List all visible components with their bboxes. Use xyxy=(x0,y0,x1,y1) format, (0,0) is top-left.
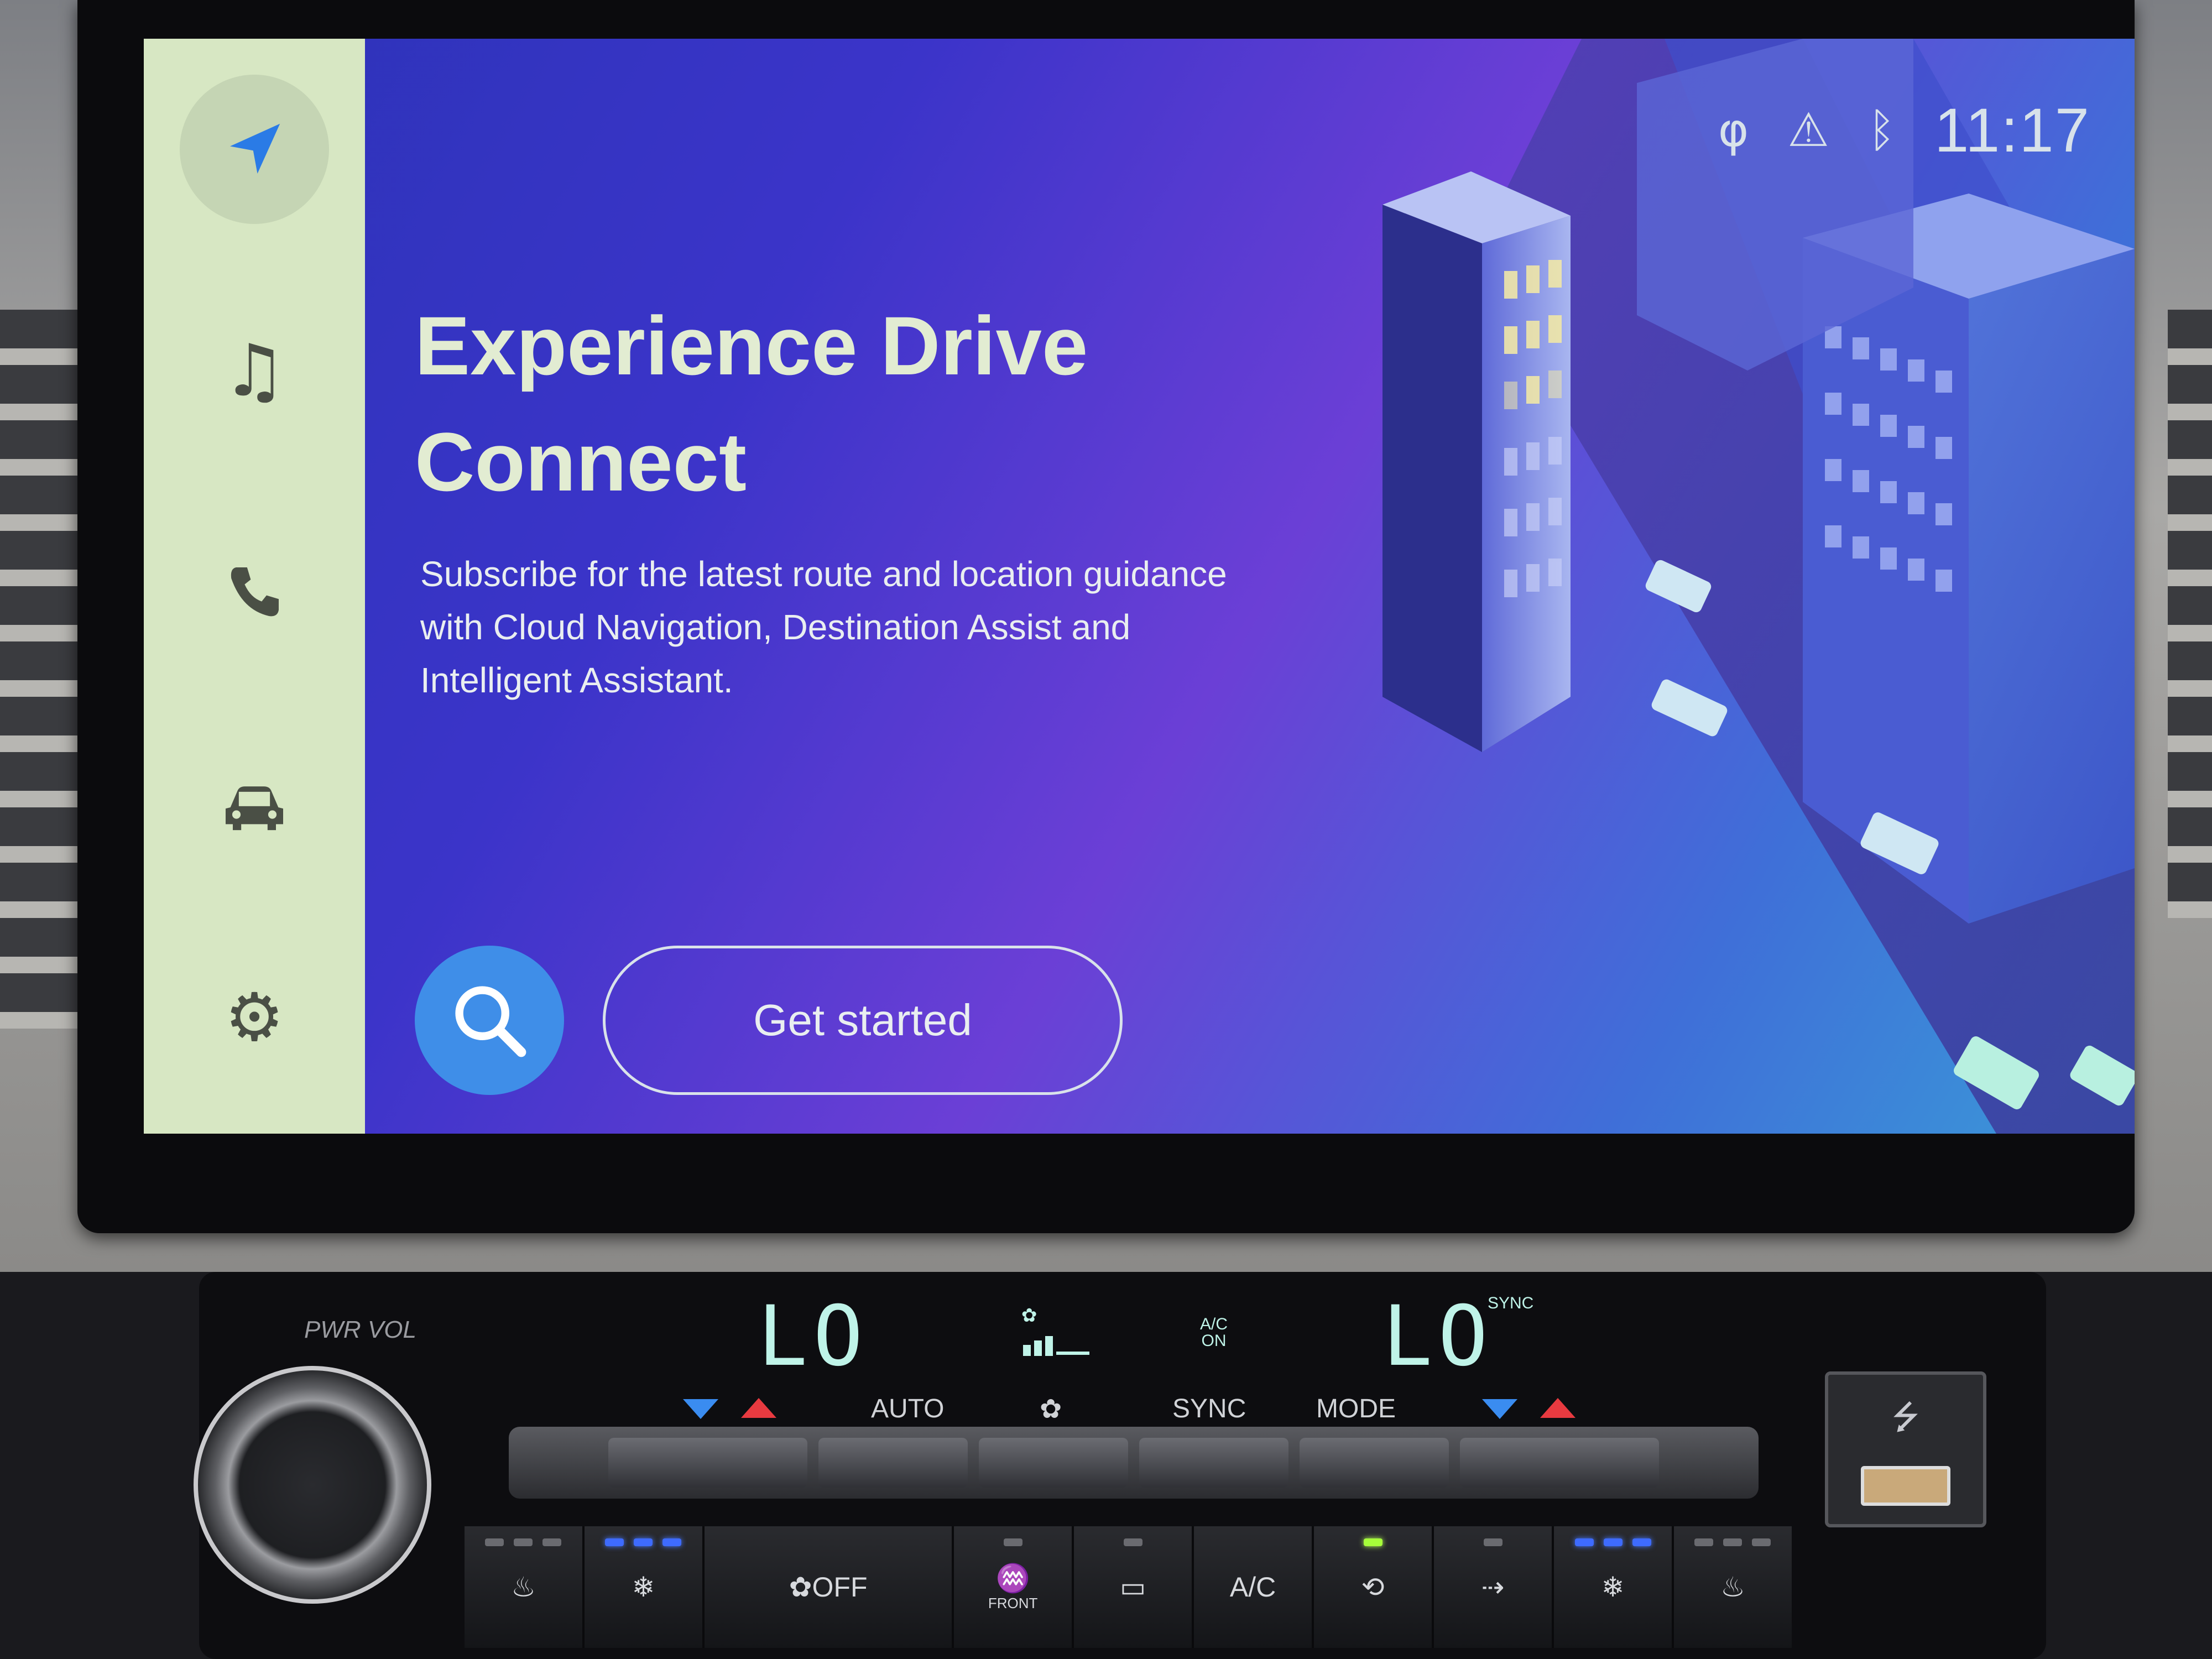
navigation-icon xyxy=(230,123,280,174)
rear-defrost-button[interactable]: ▭ xyxy=(1074,1526,1194,1648)
title-line-2: Connect xyxy=(415,415,747,508)
clock: 11:17 xyxy=(1934,95,2090,165)
auto-rocker[interactable] xyxy=(818,1438,968,1488)
right-seat-ventilation-button[interactable]: ❄ xyxy=(1554,1526,1674,1648)
fresh-air-icon: ⇢ xyxy=(1481,1572,1505,1603)
fan-off-button[interactable]: ✿ OFF xyxy=(704,1526,954,1648)
ac-button[interactable]: A/C xyxy=(1194,1526,1314,1648)
fan-label-icon: ✿ xyxy=(1040,1395,1062,1424)
usb-port[interactable]: ⭍ xyxy=(1825,1371,1986,1527)
sidebar: ♫ ⚙ xyxy=(144,39,365,1134)
recirculation-button[interactable]: ⟲ xyxy=(1314,1526,1434,1648)
fan-speed-display: ✿ xyxy=(1022,1300,1089,1356)
page-title: Experience Drive Connect xyxy=(415,288,1244,520)
seat-ventilation-icon: ❄ xyxy=(1601,1572,1625,1603)
music-icon: ♫ xyxy=(222,328,287,413)
fan-icon: ✿ xyxy=(1022,1300,1037,1328)
sidebar-item-navigation[interactable] xyxy=(177,72,332,227)
left-seat-ventilation-button[interactable]: ❄ xyxy=(584,1526,705,1648)
left-temperature-display: LO xyxy=(758,1288,869,1385)
sidebar-item-vehicle[interactable] xyxy=(177,730,332,885)
infotainment-screen: ♫ ⚙ φ ⚠ ᛒ 11:17 Experience Drive Connect… xyxy=(144,39,2135,1134)
recirculation-icon: ⟲ xyxy=(1361,1572,1385,1603)
mode-rocker[interactable] xyxy=(1300,1438,1449,1488)
sync-indicator: SYNC xyxy=(1488,1294,1534,1312)
auto-label: AUTO xyxy=(871,1394,945,1423)
right-temp-rocker[interactable] xyxy=(1460,1438,1659,1488)
power-volume-knob[interactable] xyxy=(194,1366,431,1604)
fan-rocker[interactable] xyxy=(979,1438,1128,1488)
ac-on-indicator: A/C ON xyxy=(1200,1316,1228,1349)
front-defrost-icon: ♒ xyxy=(995,1563,1030,1594)
sync-label: SYNC xyxy=(1172,1394,1246,1423)
seat-heater-icon: ♨ xyxy=(511,1572,536,1603)
left-temp-rocker[interactable] xyxy=(608,1438,807,1488)
right-temp-down-indicator xyxy=(1482,1399,1517,1419)
bluetooth-icon: ᛒ xyxy=(1867,103,1896,157)
seat-ventilation-icon: ❄ xyxy=(632,1572,655,1603)
front-defrost-button[interactable]: ♒ FRONT xyxy=(954,1526,1074,1648)
fan-off-label: OFF xyxy=(812,1572,868,1603)
sync-rocker[interactable] xyxy=(1139,1438,1288,1488)
phone-icon xyxy=(231,567,279,617)
usb-icon: ⭍ xyxy=(1892,1398,1919,1437)
mode-label: MODE xyxy=(1316,1394,1396,1423)
right-temperature-display: LO xyxy=(1383,1288,1494,1385)
fresh-air-button[interactable]: ⇢ xyxy=(1434,1526,1554,1648)
power-volume-label: PWR VOL xyxy=(304,1316,416,1343)
status-bar: φ ⚠ ᛒ 11:17 xyxy=(1718,88,2090,171)
sidebar-item-music[interactable]: ♫ xyxy=(177,293,332,448)
fan-icon: ✿ xyxy=(789,1572,812,1603)
description: Subscribe for the latest route and locat… xyxy=(420,554,1227,700)
climate-button-row: ♨ ❄ ✿ OFF ♒ FRONT ▭ A/C ⟲ ⇢ ❄ ♨ xyxy=(465,1526,1792,1648)
left-temp-down-indicator xyxy=(683,1399,718,1419)
city-illustration xyxy=(1383,39,2135,1134)
search-button[interactable] xyxy=(415,946,564,1095)
seat-heater-icon: ♨ xyxy=(1720,1572,1745,1603)
gear-icon: ⚙ xyxy=(225,979,284,1056)
right-air-vent xyxy=(2168,310,2212,918)
car-icon xyxy=(226,786,283,831)
sidebar-item-settings[interactable]: ⚙ xyxy=(177,940,332,1095)
left-temp-up-indicator xyxy=(741,1398,776,1418)
wireless-charging-icon: φ xyxy=(1718,103,1749,157)
usb-slot xyxy=(1861,1466,1950,1506)
right-temp-up-indicator xyxy=(1540,1398,1575,1418)
ac-on-line-1: A/C xyxy=(1200,1315,1228,1333)
title-line-1: Experience Drive xyxy=(415,299,1088,392)
seatbelt-warning-icon: ⚠ xyxy=(1787,103,1829,157)
ac-label: A/C xyxy=(1229,1572,1276,1603)
right-seat-heater-button[interactable]: ♨ xyxy=(1674,1526,1792,1648)
get-started-button[interactable]: Get started xyxy=(603,946,1123,1095)
ac-on-line-2: ON xyxy=(1201,1332,1227,1350)
left-seat-heater-button[interactable]: ♨ xyxy=(465,1526,585,1648)
front-defrost-label: FRONT xyxy=(988,1595,1038,1611)
search-icon xyxy=(455,986,526,1057)
sidebar-item-phone[interactable] xyxy=(177,514,332,669)
rear-defrost-icon: ▭ xyxy=(1120,1572,1146,1603)
